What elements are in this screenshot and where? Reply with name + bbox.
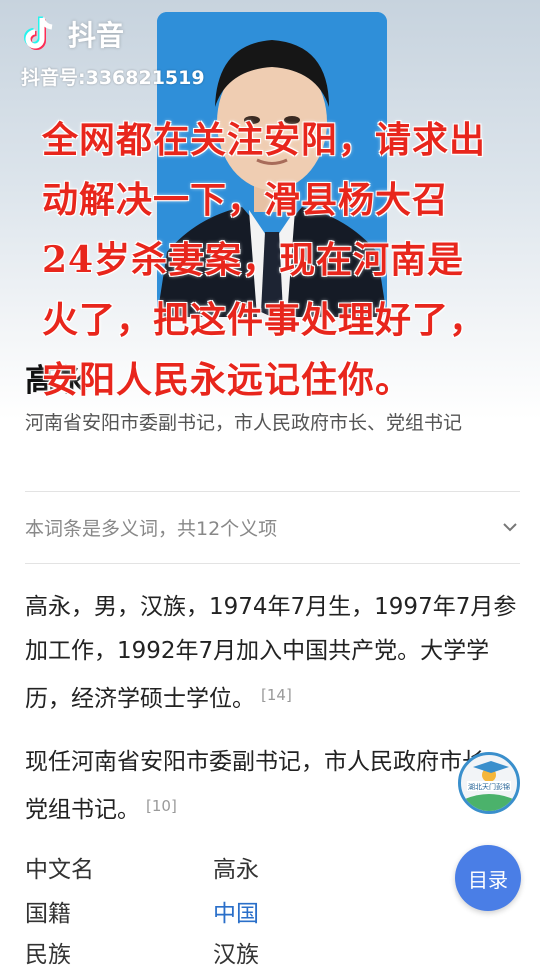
- chevron-down-icon: [503, 523, 517, 532]
- info-row: 国籍 中国: [25, 889, 425, 933]
- caption-line: 火了，把这件事处理好了，: [42, 299, 487, 341]
- tiktok-account-id: 抖音号:336821519: [21, 67, 205, 89]
- summary-paragraph: 高永，男，汉族，1974年7月生，1997年7月参加工作，1992年7月加入中国…: [25, 585, 520, 721]
- tiktok-logo-icon: [24, 16, 53, 50]
- position-paragraph: 现任河南省安阳市委副书记，市人民政府市长、党组书记。 [10]: [25, 740, 520, 832]
- info-row: 民族 汉族: [25, 930, 425, 974]
- info-value-link[interactable]: 中国: [213, 894, 259, 928]
- caption-line: 动解决一下，滑县杨大召: [42, 179, 450, 221]
- caption-line: 安阳人民永远记住你。: [42, 359, 413, 401]
- table-of-contents-button[interactable]: 目录: [455, 845, 521, 911]
- entry-subtitle: 河南省安阳市委副书记，市人民政府市长、党组书记: [25, 412, 463, 434]
- paragraph-text: 现任河南省安阳市委副书记，市人民政府市长、党组书记。: [25, 749, 508, 823]
- info-value: 高永: [213, 857, 259, 883]
- info-label: 中文名: [25, 857, 94, 883]
- watermark-text: 湖北天门彭锦: [468, 782, 510, 791]
- divider: [25, 563, 520, 564]
- info-label: 国籍: [25, 901, 71, 927]
- tiktok-watermark: 抖音: [20, 14, 124, 54]
- red-caption-overlay: 全网都在关注安阳，请求出 动解决一下，滑县杨大召 24岁杀妻案，现在河南是 火了…: [42, 110, 512, 410]
- reference-link[interactable]: [14]: [261, 686, 292, 704]
- reference-link[interactable]: [10]: [146, 797, 177, 815]
- polysemy-selector[interactable]: 本词条是多义词，共12个义项: [25, 510, 520, 544]
- caption-line: 全网都在关注安阳，请求出: [42, 119, 487, 161]
- tiktok-app-name: 抖音: [68, 19, 125, 52]
- channel-watermark-logo: 湖北天门彭锦: [458, 752, 520, 814]
- polysemy-label: 本词条是多义词，共12个义项: [25, 517, 278, 540]
- divider: [25, 491, 520, 492]
- info-label: 民族: [25, 942, 71, 968]
- caption-line: 24岁杀妻案，现在河南是: [42, 239, 465, 281]
- info-value: 汉族: [213, 942, 259, 968]
- info-row: 中文名 高永: [25, 845, 425, 889]
